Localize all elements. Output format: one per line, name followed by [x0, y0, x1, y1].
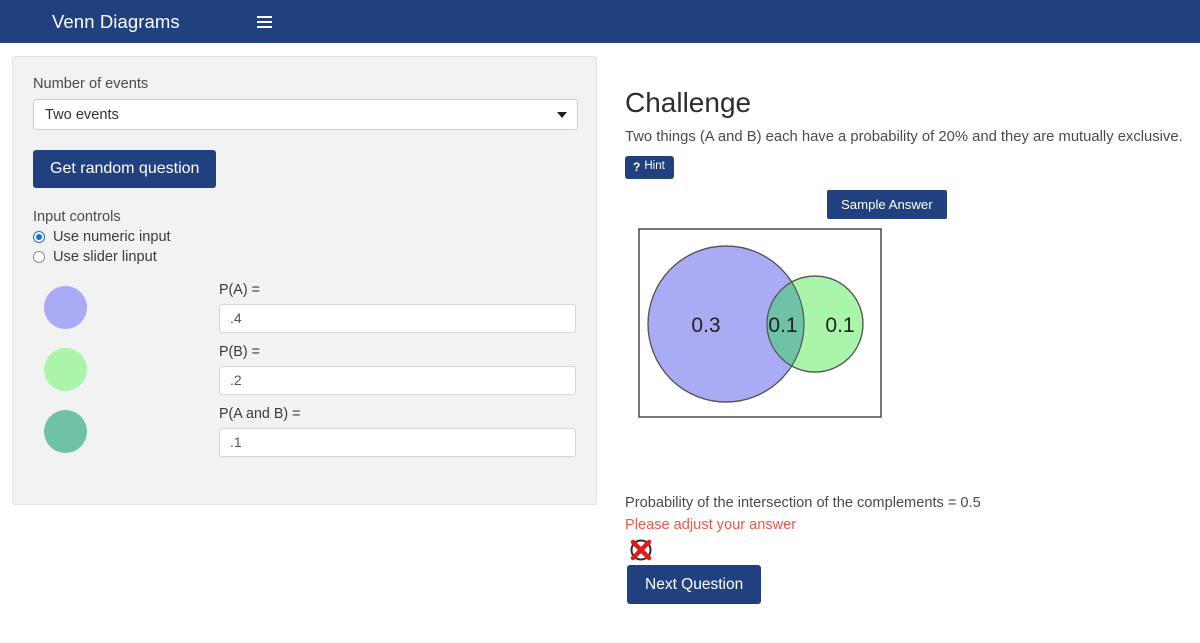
venn-label-intersection: 0.1 — [768, 314, 797, 337]
radio-option-slider-input[interactable]: Use slider linput — [33, 249, 576, 265]
venn-label-a-only: 0.3 — [691, 314, 720, 337]
probability-field-a-and-b: P(A and B) = — [219, 406, 576, 457]
challenge-question: Two things (A and B) each have a probabi… — [625, 129, 1183, 145]
page-body: Number of events Two events Get random q… — [0, 43, 1200, 605]
probability-row-b: P(B) = — [33, 344, 576, 395]
incorrect-cross-icon — [630, 539, 652, 561]
radio-indicator — [33, 250, 45, 263]
challenge-title: Challenge — [625, 87, 752, 118]
probability-input-a-and-b[interactable] — [219, 427, 576, 457]
radio-option-numeric-input[interactable]: Use numeric input — [33, 229, 576, 245]
result-text: Probability of the intersection of the c… — [625, 495, 981, 512]
hamburger-menu-icon[interactable] — [254, 11, 276, 33]
number-of-events-value: Two events — [33, 99, 578, 130]
error-message: Please adjust your answer — [625, 517, 797, 534]
color-swatch-b — [44, 347, 87, 391]
venn-label-b-only: 0.1 — [825, 314, 854, 337]
question-mark-icon: ? — [633, 159, 641, 174]
swatch-cell — [33, 406, 219, 453]
hint-button[interactable]: ? Hint — [625, 155, 674, 179]
hamburger-bar — [257, 20, 273, 23]
controls-column: Number of events Two events Get random q… — [0, 43, 612, 505]
swatch-cell — [33, 344, 219, 391]
app-title: Venn Diagrams — [52, 10, 180, 32]
input-controls-label: Input controls — [33, 208, 121, 225]
swatch-cell — [33, 282, 219, 329]
hamburger-bar — [257, 15, 273, 18]
probability-label-a-and-b: P(A and B) = — [219, 405, 301, 422]
controls-card: Number of events Two events Get random q… — [12, 56, 597, 505]
venn-diagram-svg: 0.3 0.1 0.1 — [638, 228, 882, 418]
radio-indicator — [33, 230, 45, 243]
next-question-button[interactable]: Next Question — [627, 565, 762, 605]
results-section: Probability of the intersection of the c… — [625, 495, 1200, 605]
color-swatch-a-and-b — [44, 409, 87, 453]
hamburger-bar — [257, 25, 273, 28]
get-random-question-button[interactable]: Get random question — [33, 150, 217, 188]
venn-diagram: 0.3 0.1 0.1 — [638, 228, 1200, 423]
probability-input-a[interactable] — [219, 303, 576, 333]
probability-inputs: P(A) = P(B) = — [33, 282, 576, 457]
number-of-events-select[interactable]: Two events — [33, 99, 578, 130]
probability-input-b[interactable] — [219, 365, 576, 395]
radio-label: Use numeric input — [53, 228, 171, 245]
probability-label-a: P(A) = — [219, 281, 260, 298]
probability-row-a-and-b: P(A and B) = — [33, 406, 576, 457]
probability-field-a: P(A) = — [219, 282, 576, 333]
probability-row-a: P(A) = — [33, 282, 576, 333]
challenge-column: Challenge Two things (A and B) each have… — [612, 43, 1200, 605]
color-swatch-a — [44, 285, 87, 329]
top-navbar: Venn Diagrams — [0, 0, 1200, 43]
probability-field-b: P(B) = — [219, 344, 576, 395]
probability-label-b: P(B) = — [219, 343, 260, 360]
hint-label: Hint — [644, 160, 665, 173]
number-of-events-label: Number of events — [33, 76, 149, 92]
radio-label: Use slider linput — [53, 248, 157, 265]
sample-answer-button[interactable]: Sample Answer — [827, 189, 947, 220]
